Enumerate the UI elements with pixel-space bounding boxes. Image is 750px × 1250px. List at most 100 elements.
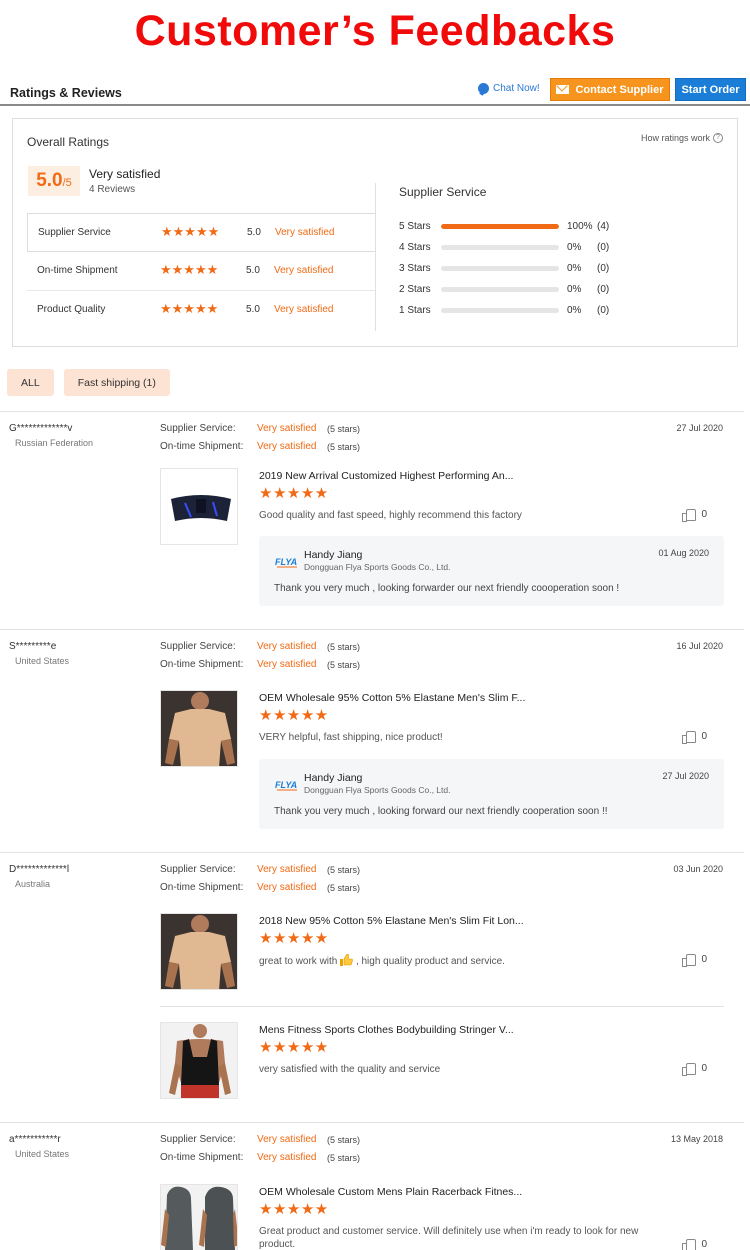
supplier-logo-icon: FLYA xyxy=(275,780,297,791)
review-filters: ALL Fast shipping (1) xyxy=(7,369,170,396)
product-thumbnail[interactable] xyxy=(160,913,238,990)
how-ratings-work-link[interactable]: How ratings work ? xyxy=(641,133,723,143)
ontime-shipment-stars: (5 stars) xyxy=(327,442,361,452)
reviewer-country: United States xyxy=(15,1149,70,1159)
banner-title: Customer’s Feedbacks xyxy=(134,7,616,55)
product-thumbnail[interactable] xyxy=(160,1184,238,1250)
ontime-shipment-label: On-time Shipment: xyxy=(160,441,244,452)
metric-value: 5.0 xyxy=(246,304,260,315)
distribution-count: (0) xyxy=(597,263,610,274)
distribution-label: 3 Stars xyxy=(399,263,431,274)
distribution-bar xyxy=(441,308,559,313)
product-thumbnail[interactable] xyxy=(160,468,238,545)
ontime-shipment-rating: Very satisfied xyxy=(257,659,317,670)
distribution-percent: 0% xyxy=(567,242,582,253)
star-rating-icon: ★★★★★ xyxy=(161,224,220,239)
chat-now-link[interactable]: Chat Now! xyxy=(478,83,540,94)
running-belt-image xyxy=(171,495,231,521)
review-item: a***********r United States Supplier Ser… xyxy=(0,1122,744,1250)
metric-label: Product Quality xyxy=(37,304,106,315)
review-comment: VERY helpful, fast shipping, nice produc… xyxy=(259,732,443,743)
divider xyxy=(160,1006,724,1007)
like-button[interactable]: 0 xyxy=(682,730,707,744)
distribution-bar xyxy=(441,245,559,250)
overall-score-suffix: /5 xyxy=(62,177,72,189)
product-thumbnail[interactable] xyxy=(160,690,238,767)
overall-ratings-title: Overall Ratings xyxy=(27,135,110,149)
like-button[interactable]: 0 xyxy=(682,953,707,967)
overall-score-badge: 5.0 /5 xyxy=(28,166,80,196)
metric-supplier-service[interactable]: Supplier Service ★★★★★ 5.0 Very satisfie… xyxy=(27,213,375,252)
supplier-service-label: Supplier Service: xyxy=(160,1134,236,1145)
supplier-service-rating: Very satisfied xyxy=(257,864,317,875)
filter-fast-shipping[interactable]: Fast shipping (1) xyxy=(63,369,170,396)
distribution-count: (4) xyxy=(597,221,610,232)
distribution-row: 5 Stars 100% (4) xyxy=(399,219,729,240)
supplier-reply: FLYA Handy Jiang Dongguan Flya Sports Go… xyxy=(259,759,724,829)
product-star-rating-icon: ★★★★★ xyxy=(259,485,329,502)
reviewer-name: G*************v xyxy=(9,423,73,434)
like-button[interactable]: 0 xyxy=(682,1238,707,1250)
distribution-label: 5 Stars xyxy=(399,221,431,232)
overall-verdict: Very satisfied xyxy=(89,167,161,181)
metric-product-quality[interactable]: Product Quality ★★★★★ 5.0 Very satisfied xyxy=(27,291,375,330)
review-date: 16 Jul 2020 xyxy=(676,641,723,651)
metric-label: Supplier Service xyxy=(38,227,111,238)
star-distribution: 5 Stars 100% (4) 4 Stars 0% (0) 3 Stars … xyxy=(399,219,729,324)
like-count: 0 xyxy=(701,953,707,965)
metric-verdict: Very satisfied xyxy=(275,227,335,238)
metric-ontime-shipment[interactable]: On-time Shipment ★★★★★ 5.0 Very satisfie… xyxy=(27,252,375,291)
like-button[interactable]: 0 xyxy=(682,1062,707,1076)
tshirt-model-image xyxy=(161,914,237,989)
distribution-title: Supplier Service xyxy=(399,185,487,199)
distribution-label: 2 Stars xyxy=(399,284,431,295)
distribution-count: (0) xyxy=(597,305,610,316)
like-count: 0 xyxy=(701,730,707,742)
review-item: S*********e United States Supplier Servi… xyxy=(0,629,744,852)
question-mark-icon: ? xyxy=(713,133,723,143)
product-star-rating-icon: ★★★★★ xyxy=(259,930,329,947)
metric-verdict: Very satisfied xyxy=(274,304,334,315)
product-name[interactable]: Mens Fitness Sports Clothes Bodybuilding… xyxy=(259,1024,514,1036)
reviewer-country: Australia xyxy=(15,879,51,889)
overall-score: 5.0 xyxy=(36,170,63,191)
reviewed-product: OEM Wholesale Custom Mens Plain Racerbac… xyxy=(160,1184,724,1250)
banner: Customer’s Feedbacks xyxy=(0,0,750,62)
reply-company: Dongguan Flya Sports Goods Co., Ltd. xyxy=(304,562,451,572)
ontime-shipment-rating: Very satisfied xyxy=(257,1152,317,1163)
supplier-service-rating: Very satisfied xyxy=(257,641,317,652)
review-comment: great to work with , high quality produc… xyxy=(259,953,659,968)
distribution-row: 1 Stars 0% (0) xyxy=(399,303,729,324)
section-title: Ratings & Reviews xyxy=(10,86,122,100)
product-name[interactable]: 2019 New Arrival Customized Highest Perf… xyxy=(259,470,513,482)
overall-ratings-panel: Overall Ratings How ratings work ? 5.0 /… xyxy=(12,118,738,347)
supplier-logo-icon: FLYA xyxy=(275,557,297,568)
review-item: D*************l Australia Supplier Servi… xyxy=(0,852,744,1122)
product-star-rating-icon: ★★★★★ xyxy=(259,707,329,724)
metric-label: On-time Shipment xyxy=(37,265,118,276)
like-count: 0 xyxy=(701,1062,707,1074)
contact-supplier-button[interactable]: Contact Supplier xyxy=(550,78,670,101)
review-comment-part: great to work with xyxy=(259,956,338,967)
product-name[interactable]: 2018 New 95% Cotton 5% Elastane Men's Sl… xyxy=(259,915,524,927)
supplier-service-stars: (5 stars) xyxy=(327,1135,361,1145)
thumbs-up-icon xyxy=(682,1062,697,1076)
reviewed-product: Mens Fitness Sports Clothes Bodybuilding… xyxy=(160,1022,724,1102)
supplier-reply: FLYA Handy Jiang Dongguan Flya Sports Go… xyxy=(259,536,724,606)
star-rating-icon: ★★★★★ xyxy=(160,301,219,316)
metric-value: 5.0 xyxy=(247,227,261,238)
reviewer-country: United States xyxy=(15,656,70,666)
distribution-label: 4 Stars xyxy=(399,242,431,253)
ontime-shipment-stars: (5 stars) xyxy=(327,660,361,670)
distribution-count: (0) xyxy=(597,284,610,295)
like-button[interactable]: 0 xyxy=(682,508,707,522)
thumbs-up-emoji-icon xyxy=(340,953,353,966)
filter-all[interactable]: ALL xyxy=(7,369,54,396)
product-name[interactable]: OEM Wholesale 95% Cotton 5% Elastane Men… xyxy=(259,692,525,704)
svg-text:FLYA: FLYA xyxy=(275,780,297,790)
start-order-button[interactable]: Start Order xyxy=(675,78,746,101)
product-name[interactable]: OEM Wholesale Custom Mens Plain Racerbac… xyxy=(259,1186,522,1198)
ontime-shipment-label: On-time Shipment: xyxy=(160,659,244,670)
product-thumbnail[interactable] xyxy=(160,1022,238,1099)
distribution-bar xyxy=(441,287,559,292)
